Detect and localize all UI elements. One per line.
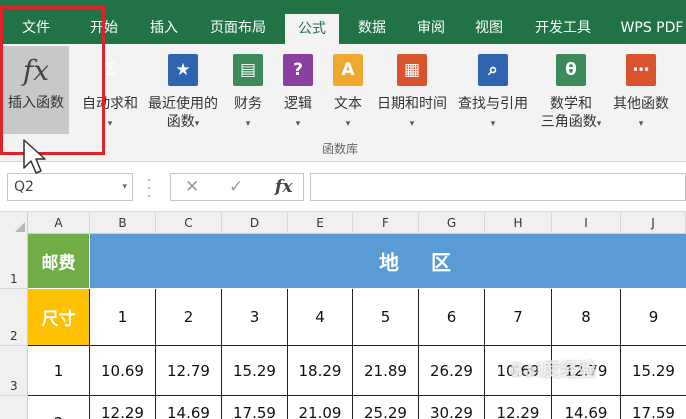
cell-a1[interactable]: 邮费 bbox=[28, 234, 90, 289]
row-header-4[interactable] bbox=[0, 396, 28, 419]
column-header-i[interactable]: I bbox=[552, 212, 621, 234]
tab-view[interactable]: 视图 bbox=[465, 12, 513, 44]
cell-j2[interactable]: 9 bbox=[621, 289, 686, 346]
question-icon: ? bbox=[283, 54, 313, 86]
recent-functions-button[interactable]: ★ 最近使用的 函数▾ bbox=[142, 44, 224, 144]
more-icon: ⋯ bbox=[626, 54, 656, 86]
cell-j4[interactable]: 17.59 bbox=[621, 396, 686, 419]
row-header-3[interactable]: 3 bbox=[0, 346, 28, 396]
cell-h4[interactable]: 12.29 bbox=[485, 396, 552, 419]
tab-developer[interactable]: 开发工具 bbox=[527, 12, 599, 44]
cell-f4[interactable]: 25.29 bbox=[353, 396, 419, 419]
watermark: Bai度经验 bbox=[510, 360, 597, 381]
cell-g3[interactable]: 26.29 bbox=[419, 346, 485, 396]
column-header-h[interactable]: H bbox=[485, 212, 552, 234]
text-a-icon: A bbox=[333, 54, 363, 86]
chevron-down-icon: ▾ bbox=[107, 119, 113, 129]
cell-b3[interactable]: 10.69 bbox=[90, 346, 156, 396]
chevron-down-icon: ▾ bbox=[638, 119, 644, 129]
tab-page-layout[interactable]: 页面布局 bbox=[200, 12, 276, 44]
coins-icon: ▤ bbox=[233, 54, 263, 86]
tab-insert[interactable]: 插入 bbox=[140, 12, 188, 44]
cell-d2[interactable]: 3 bbox=[222, 289, 288, 346]
text-functions-button[interactable]: A 文本 ▾ bbox=[326, 44, 370, 144]
cell-c4[interactable]: 14.69 bbox=[156, 396, 222, 419]
chevron-down-icon: ▾ bbox=[596, 119, 602, 129]
column-header-b[interactable]: B bbox=[90, 212, 156, 234]
cell-e3[interactable]: 18.29 bbox=[288, 346, 353, 396]
fx-icon[interactable]: fx bbox=[275, 174, 292, 200]
star-icon: ★ bbox=[168, 54, 198, 86]
chevron-down-icon: ▾ bbox=[490, 119, 496, 129]
column-header-j[interactable]: J bbox=[621, 212, 686, 234]
column-header-g[interactable]: G bbox=[419, 212, 485, 234]
logical-button[interactable]: ? 逻辑 ▾ bbox=[276, 44, 320, 144]
cell-i4[interactable]: 14.69 bbox=[552, 396, 621, 419]
cell-d4[interactable]: 17.59 bbox=[222, 396, 288, 419]
chevron-down-icon: ▾ bbox=[295, 119, 301, 129]
lookup-reference-button[interactable]: ⌕ 查找与引用 ▾ bbox=[452, 44, 534, 144]
tab-review[interactable]: 审阅 bbox=[407, 12, 455, 44]
spreadsheet-window: 文件 开始 插入 页面布局 公式 数据 审阅 视图 开发工具 WPS PDF f… bbox=[0, 0, 686, 419]
calendar-icon: ▦ bbox=[397, 54, 427, 86]
row-header-2[interactable]: 2 bbox=[0, 289, 28, 346]
grip-icon[interactable]: · · · bbox=[147, 174, 151, 204]
tab-formulas[interactable]: 公式 bbox=[285, 14, 339, 44]
cell-c3[interactable]: 12.79 bbox=[156, 346, 222, 396]
cell-f3[interactable]: 21.89 bbox=[353, 346, 419, 396]
cell-j3[interactable]: 15.29 bbox=[621, 346, 686, 396]
cell-i2[interactable]: 8 bbox=[552, 289, 621, 346]
highlight-box bbox=[0, 6, 105, 155]
column-header-row: A B C D E F G H I J bbox=[0, 212, 686, 234]
chevron-down-icon: ▾ bbox=[245, 119, 251, 129]
formula-tools: ✕ ✓ fx bbox=[170, 173, 304, 201]
cell-h2[interactable]: 7 bbox=[485, 289, 552, 346]
confirm-icon[interactable]: ✓ bbox=[229, 174, 243, 200]
cell-a4[interactable]: 2 bbox=[28, 396, 90, 419]
column-header-c[interactable]: C bbox=[156, 212, 222, 234]
cell-a3[interactable]: 1 bbox=[28, 346, 90, 396]
cell-e4[interactable]: 21.09 bbox=[288, 396, 353, 419]
cell-b2[interactable]: 1 bbox=[90, 289, 156, 346]
formula-input[interactable] bbox=[310, 173, 686, 201]
chevron-down-icon: ▾ bbox=[345, 119, 351, 129]
math-trig-button[interactable]: θ 数学和 三角函数▾ bbox=[534, 44, 608, 144]
column-header-d[interactable]: D bbox=[222, 212, 288, 234]
cancel-icon[interactable]: ✕ bbox=[185, 174, 199, 200]
cell-d3[interactable]: 15.29 bbox=[222, 346, 288, 396]
cell-e2[interactable]: 4 bbox=[288, 289, 353, 346]
cell-g4[interactable]: 30.29 bbox=[419, 396, 485, 419]
cell-c2[interactable]: 2 bbox=[156, 289, 222, 346]
select-all-corner[interactable] bbox=[0, 212, 28, 234]
column-header-f[interactable]: F bbox=[353, 212, 419, 234]
chevron-down-icon: ▾ bbox=[194, 119, 200, 129]
more-functions-button[interactable]: ⋯ 其他函数 ▾ bbox=[606, 44, 676, 144]
row-header-1[interactable]: 1 bbox=[0, 234, 28, 289]
chevron-down-icon[interactable]: ▾ bbox=[122, 174, 127, 200]
group-label: 函数库 bbox=[321, 142, 358, 156]
theta-icon: θ bbox=[556, 54, 586, 86]
mouse-pointer-icon bbox=[23, 139, 46, 174]
cell-region-header[interactable]: 地 区 bbox=[90, 234, 686, 289]
tab-wps-pdf[interactable]: WPS PDF bbox=[612, 12, 686, 44]
magnifier-icon: ⌕ bbox=[478, 54, 508, 86]
column-header-a[interactable]: A bbox=[28, 212, 90, 234]
formula-bar: Q2 ▾ · · · ✕ ✓ fx bbox=[0, 162, 686, 212]
date-time-button[interactable]: ▦ 日期和时间 ▾ bbox=[372, 44, 452, 144]
tab-data[interactable]: 数据 bbox=[348, 12, 396, 44]
cell-g2[interactable]: 6 bbox=[419, 289, 485, 346]
financial-button[interactable]: ▤ 财务 ▾ bbox=[226, 44, 270, 144]
cell-a2[interactable]: 尺寸 bbox=[28, 289, 90, 346]
cell-b4[interactable]: 12.29 bbox=[90, 396, 156, 419]
column-header-e[interactable]: E bbox=[288, 212, 353, 234]
cell-f2[interactable]: 5 bbox=[353, 289, 419, 346]
chevron-down-icon: ▾ bbox=[409, 119, 415, 129]
